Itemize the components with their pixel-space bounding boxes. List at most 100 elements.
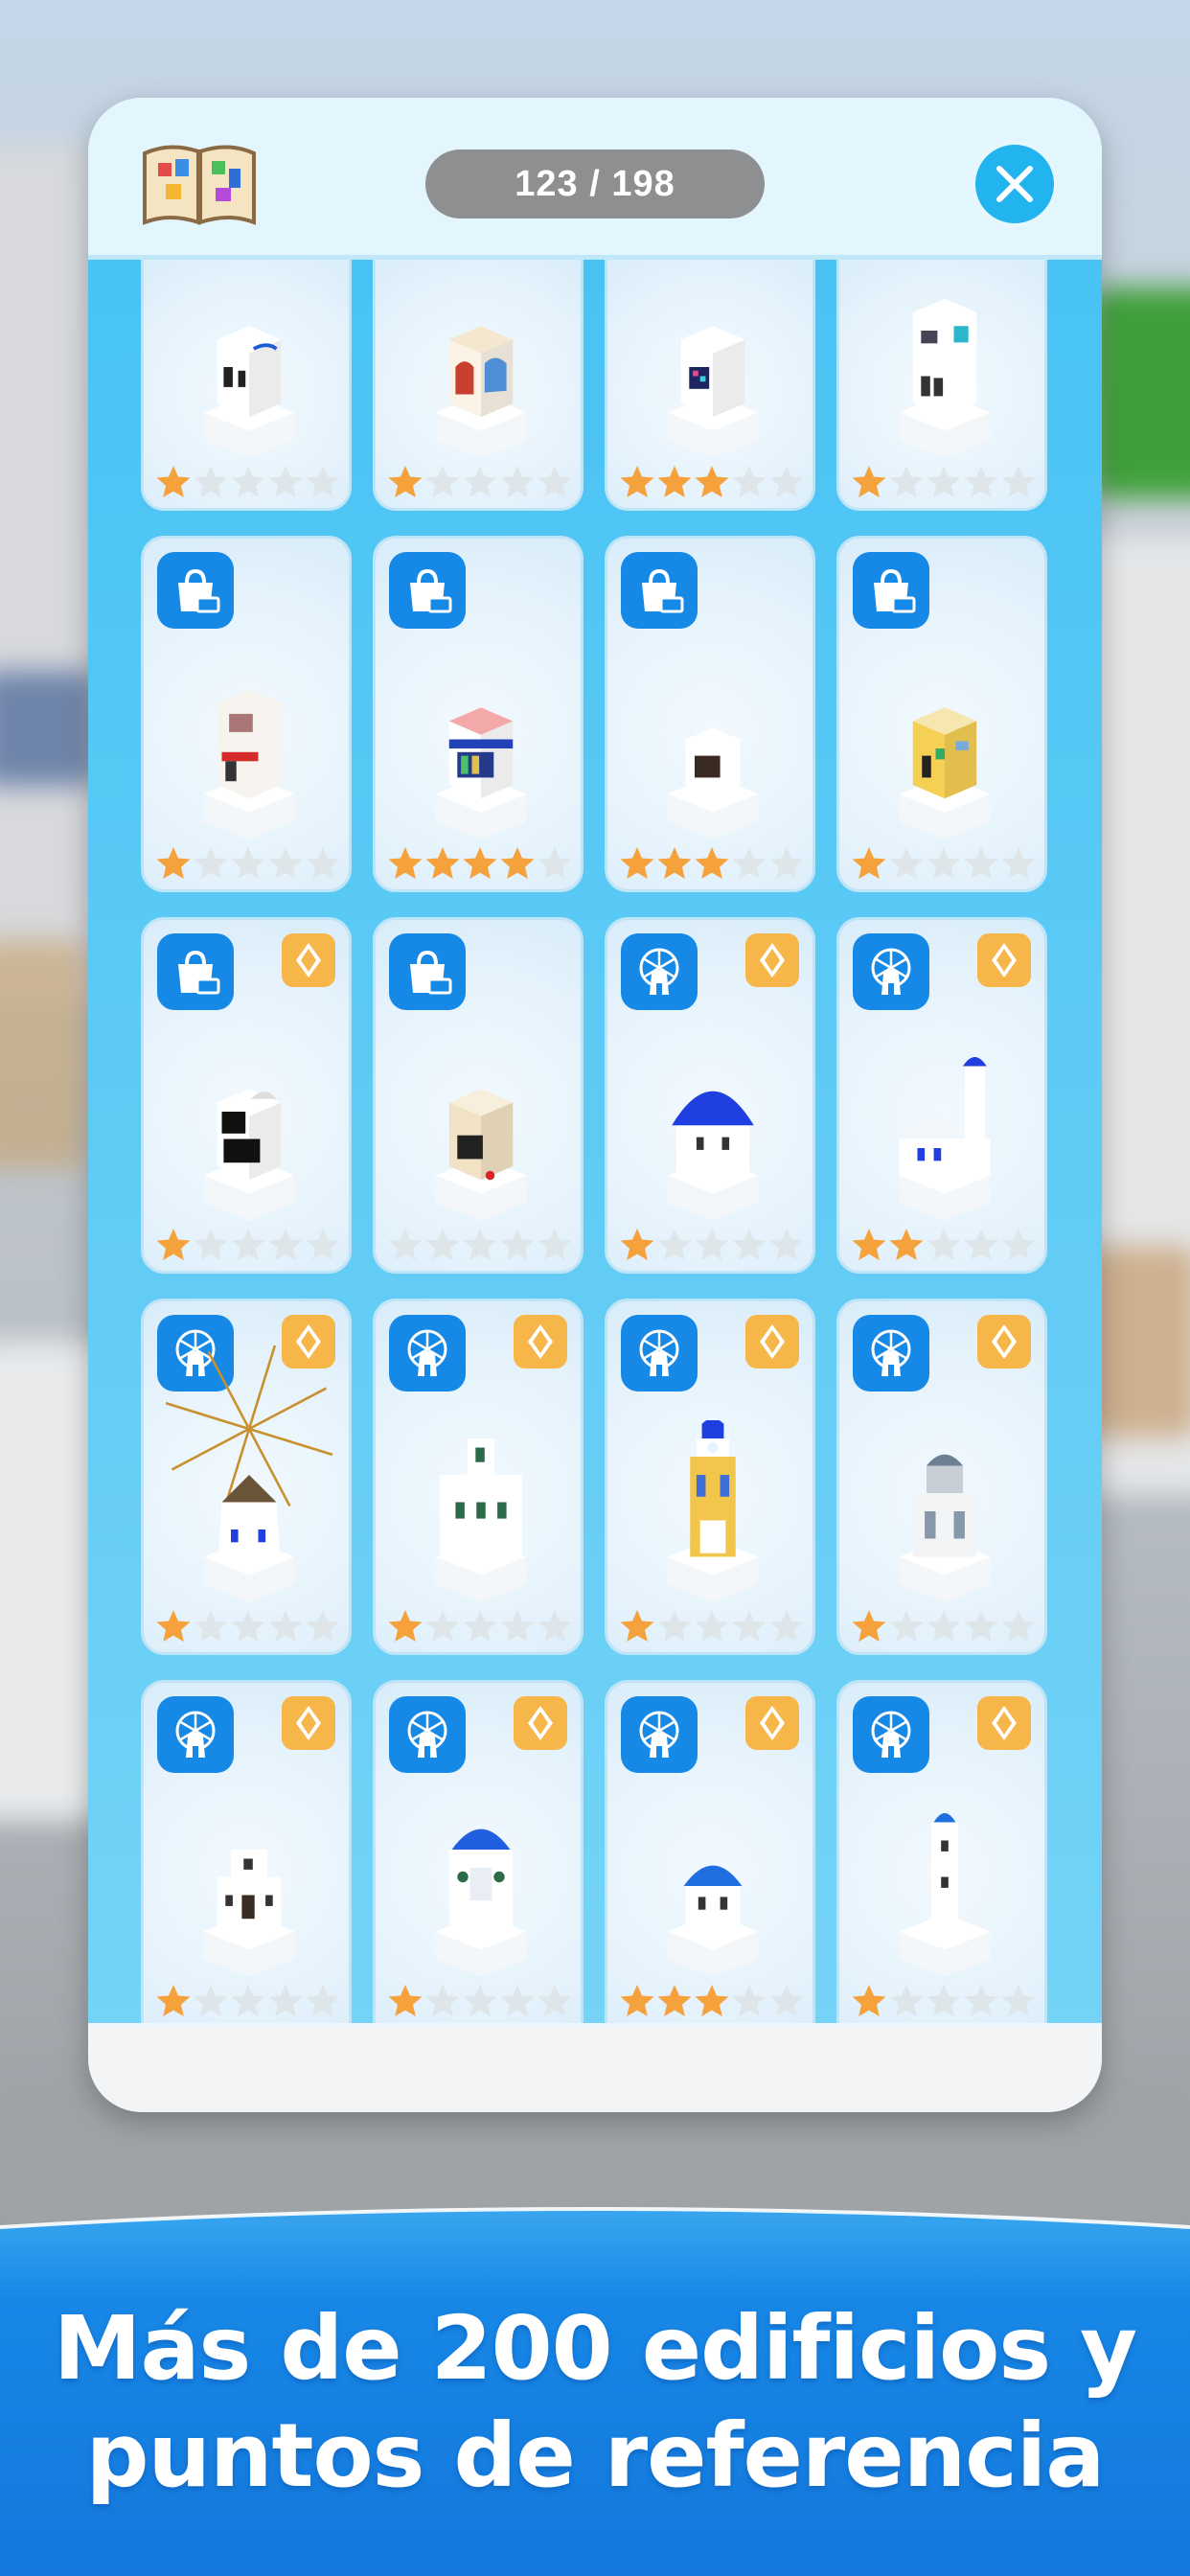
building-card[interactable] <box>605 260 815 511</box>
star-empty-icon <box>194 1610 228 1642</box>
building-blue-dome-small <box>667 1865 759 1977</box>
gem-icon <box>977 1696 1031 1750</box>
star-rating <box>851 1227 1037 1263</box>
star-empty-icon <box>1001 1985 1036 2016</box>
star-rating <box>619 845 805 882</box>
star-empty-icon <box>1001 1229 1036 1260</box>
star-empty-icon <box>388 1229 423 1260</box>
shop-icon <box>157 552 234 629</box>
windmill-icon <box>621 933 698 1010</box>
star-rating <box>155 845 341 882</box>
star-empty-icon <box>538 1229 572 1260</box>
building-card[interactable] <box>836 260 1047 511</box>
building-yellow-house <box>899 707 991 840</box>
star-empty-icon <box>500 1229 535 1260</box>
star-filled-icon <box>620 1610 654 1642</box>
building-bell-tower-dome <box>435 1828 527 1977</box>
star-empty-icon <box>268 1610 303 1642</box>
star-empty-icon <box>889 1610 924 1642</box>
building-card[interactable] <box>836 1299 1047 1655</box>
building-catalog-panel: 123 / 198 <box>88 98 1102 2112</box>
shop-icon <box>157 933 234 1010</box>
shop-icon <box>853 552 929 629</box>
star-empty-icon <box>927 847 961 879</box>
building-card[interactable] <box>373 917 584 1274</box>
star-filled-icon <box>620 1985 654 2016</box>
star-empty-icon <box>538 466 572 497</box>
building-card[interactable] <box>836 536 1047 892</box>
star-filled-icon <box>852 847 886 879</box>
star-rating <box>387 1227 573 1263</box>
star-empty-icon <box>769 1985 804 2016</box>
star-filled-icon <box>156 466 191 497</box>
star-filled-icon <box>156 1229 191 1260</box>
star-rating <box>155 1227 341 1263</box>
star-empty-icon <box>425 1229 460 1260</box>
building-card[interactable] <box>836 1680 1047 2023</box>
star-empty-icon <box>964 466 998 497</box>
star-empty-icon <box>964 847 998 879</box>
star-filled-icon <box>156 847 191 879</box>
windmill-icon <box>621 1696 698 1773</box>
star-rating <box>155 464 341 500</box>
windmill-icon <box>157 1696 234 1773</box>
book-icon[interactable] <box>141 134 258 226</box>
building-shop-red-awning <box>203 689 295 840</box>
panel-footer <box>88 2028 1102 2112</box>
star-filled-icon <box>156 1985 191 2016</box>
star-empty-icon <box>463 1985 497 2016</box>
star-empty-icon <box>889 847 924 879</box>
building-chapel-bell-tower <box>899 1057 991 1221</box>
building-card[interactable] <box>605 1680 815 2023</box>
building-card[interactable] <box>373 1680 584 2023</box>
gem-icon <box>282 933 335 987</box>
star-empty-icon <box>500 466 535 497</box>
star-empty-icon <box>194 1985 228 2016</box>
star-empty-icon <box>927 1985 961 2016</box>
gem-icon <box>977 933 1031 987</box>
building-grid-scroll[interactable] <box>88 260 1102 2023</box>
building-card[interactable] <box>141 1680 352 2023</box>
windmill-icon <box>853 1315 929 1392</box>
star-filled-icon <box>500 847 535 879</box>
caption-text: Más de 200 edificios y puntos de referen… <box>0 2295 1190 2510</box>
star-empty-icon <box>769 1610 804 1642</box>
building-card[interactable] <box>141 1299 352 1655</box>
building-shop-arches <box>435 326 527 458</box>
close-button[interactable] <box>972 141 1058 227</box>
building-card[interactable] <box>141 260 352 511</box>
star-empty-icon <box>927 1610 961 1642</box>
star-empty-icon <box>695 1229 729 1260</box>
star-filled-icon <box>852 1229 886 1260</box>
star-empty-icon <box>306 1985 340 2016</box>
star-empty-icon <box>268 1985 303 2016</box>
star-filled-icon <box>620 466 654 497</box>
star-empty-icon <box>231 466 265 497</box>
building-card[interactable] <box>605 917 815 1274</box>
star-empty-icon <box>732 466 767 497</box>
star-empty-icon <box>231 1610 265 1642</box>
building-card[interactable] <box>373 260 584 511</box>
star-empty-icon <box>231 1985 265 2016</box>
building-card[interactable] <box>373 1299 584 1655</box>
star-empty-icon <box>889 1985 924 2016</box>
star-empty-icon <box>964 1610 998 1642</box>
star-empty-icon <box>657 1229 692 1260</box>
gem-icon <box>977 1315 1031 1368</box>
star-rating <box>619 464 805 500</box>
star-filled-icon <box>620 847 654 879</box>
building-card[interactable] <box>605 536 815 892</box>
building-card[interactable] <box>141 917 352 1274</box>
building-windmill <box>203 1475 295 1602</box>
gem-icon <box>514 1696 567 1750</box>
building-card[interactable] <box>605 1299 815 1655</box>
building-cube-house-open <box>667 728 759 840</box>
shop-icon <box>621 552 698 629</box>
star-empty-icon <box>463 1610 497 1642</box>
star-empty-icon <box>306 847 340 879</box>
star-empty-icon <box>964 1985 998 2016</box>
building-card[interactable] <box>373 536 584 892</box>
building-card[interactable] <box>141 536 352 892</box>
star-empty-icon <box>194 1229 228 1260</box>
building-card[interactable] <box>836 917 1047 1274</box>
